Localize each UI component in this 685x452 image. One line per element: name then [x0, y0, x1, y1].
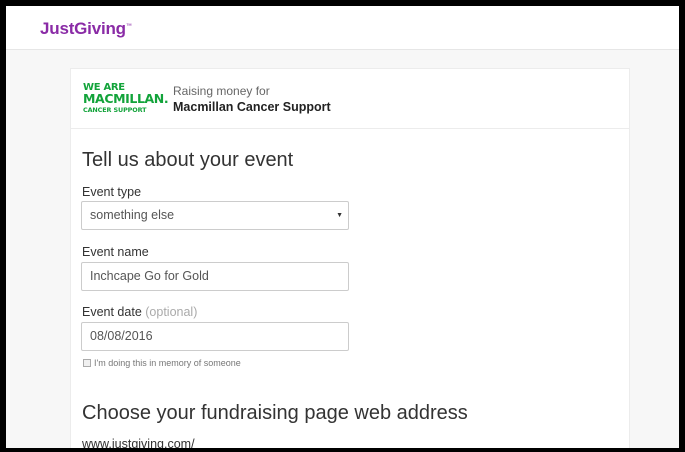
macmillan-logo-line3: CANCER SUPPORT	[83, 105, 147, 114]
justgiving-logo[interactable]: JustGiving™	[40, 19, 132, 39]
site-header: JustGiving™	[6, 6, 679, 50]
macmillan-logo: WE ARE MACMILLAN. CANCER SUPPORT	[83, 83, 169, 114]
event-name-input[interactable]: Inchcape Go for Gold	[81, 262, 349, 291]
event-name-label: Event name	[82, 245, 149, 259]
logo-text: JustGiving	[40, 19, 126, 38]
charity-banner: WE ARE MACMILLAN. CANCER SUPPORT Raising…	[71, 69, 629, 129]
browser-frame: JustGiving™ WE ARE MACMILLAN. CANCER SUP…	[0, 0, 685, 452]
event-type-value: something else	[90, 208, 175, 222]
event-section-title: Tell us about your event	[82, 149, 294, 171]
event-name-value: Inchcape Go for Gold	[90, 269, 209, 283]
event-date-input[interactable]: 08/08/2016	[81, 322, 349, 351]
event-date-value: 08/08/2016	[90, 329, 153, 343]
event-type-select[interactable]: something else ▼	[81, 201, 349, 230]
logo-trademark: ™	[125, 23, 132, 30]
event-date-label: Event date (optional)	[82, 305, 197, 319]
web-address-prefix: www.justgiving.com/	[82, 437, 195, 451]
create-page-card: WE ARE MACMILLAN. CANCER SUPPORT Raising…	[70, 68, 630, 451]
raising-label: Raising money for	[173, 84, 270, 98]
optional-label: (optional)	[145, 305, 198, 319]
event-date-label-text: Event date	[82, 305, 142, 319]
address-section-title: Choose your fundraising page web address	[82, 402, 468, 424]
caret-down-icon: ▼	[336, 212, 343, 219]
charity-name: Macmillan Cancer Support	[173, 100, 331, 114]
macmillan-logo-line2: MACMILLAN.	[83, 91, 169, 106]
memory-checkbox-label: I'm doing this in memory of someone	[94, 358, 241, 368]
memory-option[interactable]: I'm doing this in memory of someone	[83, 358, 241, 368]
event-type-label: Event type	[82, 185, 142, 199]
checkbox-icon[interactable]	[83, 359, 91, 367]
